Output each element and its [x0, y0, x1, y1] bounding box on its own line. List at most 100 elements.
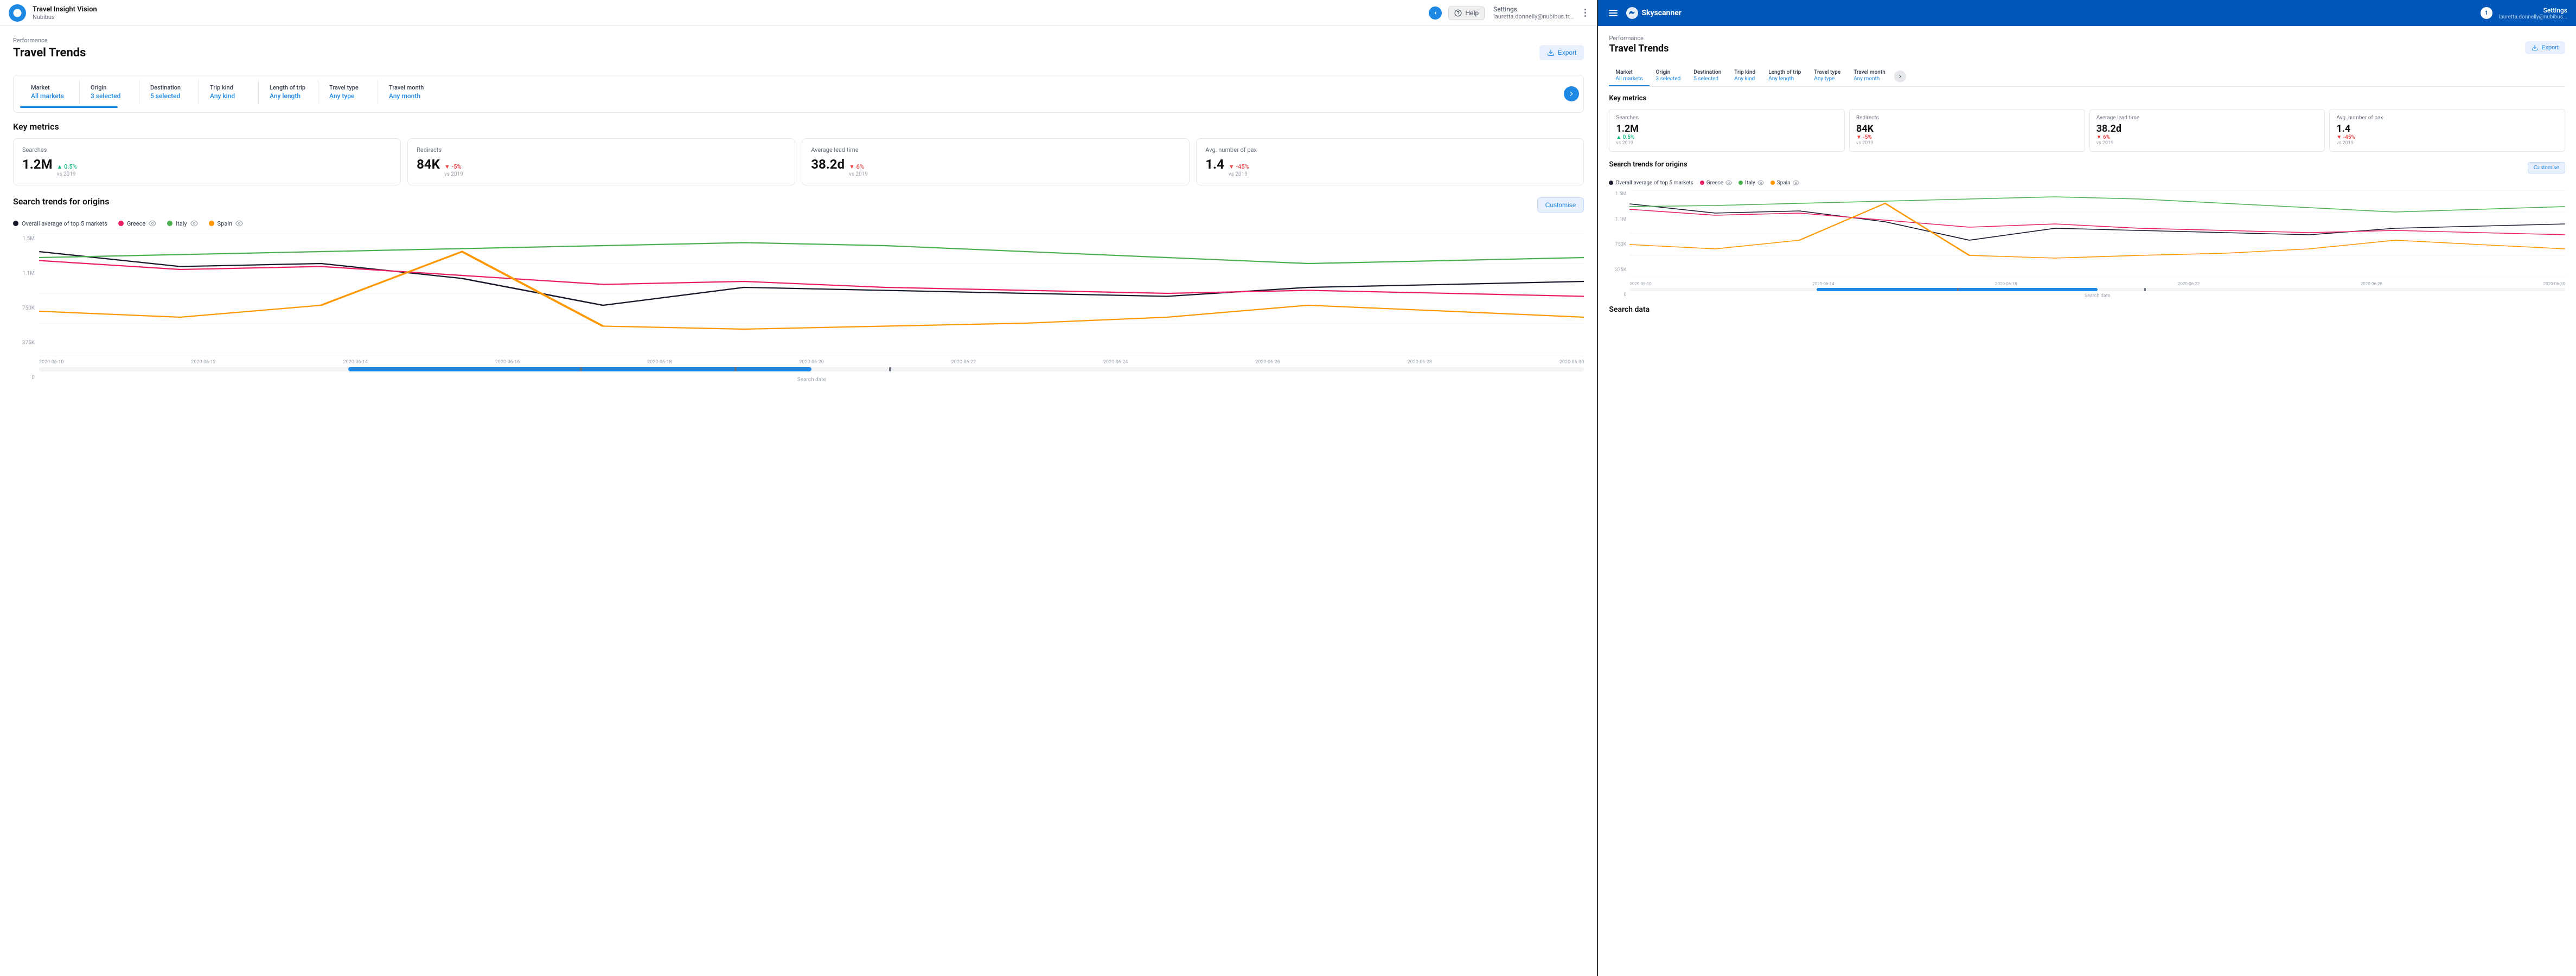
- right-customise-button[interactable]: Customise: [2528, 162, 2565, 174]
- legend-item-italy: Italy: [167, 220, 197, 227]
- xtick-0622: 2020-06-22: [951, 359, 976, 365]
- chart-y-axis: 1.5M 1.1M 750K 375K 0: [13, 234, 35, 383]
- right-filter-tab-traveltype[interactable]: Travel type Any type: [1807, 66, 1847, 86]
- filter-tab-market[interactable]: Market All markets: [20, 80, 80, 104]
- right-ytick-1.1m: 1.1M: [1615, 217, 1626, 222]
- ytick-1.5m: 1.5M: [22, 236, 35, 242]
- main-chart-svg: [39, 234, 1584, 353]
- right-chart-x-labels: 2020-06-10 2020-06-14 2020-06-18 2020-06…: [1629, 281, 2565, 286]
- right-legend-eye-italy[interactable]: [1757, 179, 1764, 186]
- performance-label: Performance: [13, 37, 86, 44]
- metric-searches: Searches 1.2M ▲ 0.5% vs 2019: [13, 138, 401, 185]
- right-metric-leadtime-vs: vs 2019: [2096, 140, 2318, 146]
- right-page-title: Travel Trends: [1609, 43, 1669, 54]
- hamburger-menu[interactable]: [1607, 8, 1620, 18]
- skyscanner-logo: Skyscanner: [1626, 7, 1682, 19]
- metric-leadtime-name: Average lead time: [811, 146, 1180, 153]
- legend-eye-greece[interactable]: [149, 220, 156, 227]
- right-chart-legend: Overall average of top 5 markets Greece …: [1609, 179, 2565, 186]
- metrics-grid: Searches 1.2M ▲ 0.5% vs 2019 Redirects 8…: [13, 138, 1584, 185]
- filter-tab-length[interactable]: Length of trip Any length: [259, 80, 318, 104]
- right-chart-svg-container: [1629, 190, 2565, 277]
- skyscanner-logo-text: Skyscanner: [1641, 9, 1682, 17]
- right-filter-tab-travelmonth[interactable]: Travel month Any month: [1847, 66, 1892, 86]
- right-settings-label: Settings: [2499, 7, 2567, 14]
- right-chart-scrollbar[interactable]: [1629, 288, 2565, 291]
- metric-pax-row: 1.4 ▼ -45% vs 2019: [1205, 157, 1575, 177]
- right-filter-tab-origin[interactable]: Origin 3 selected: [1650, 66, 1687, 86]
- chart-scroll-marker-2: [889, 367, 891, 371]
- chart-area: 1.5M 1.1M 750K 375K 0: [13, 234, 1584, 383]
- filter-tab-traveltype[interactable]: Travel type Any type: [318, 80, 378, 104]
- right-top-nav: Skyscanner 1 Settings lauretta.donnelly@…: [1598, 0, 2576, 26]
- right-main-chart-svg: [1629, 190, 2565, 277]
- right-ytick-750k: 750K: [1615, 242, 1627, 247]
- metric-redirects-change: ▼ -5%: [444, 163, 463, 170]
- chart-x-axis-label: Search date: [39, 377, 1584, 383]
- customise-button[interactable]: Customise: [1537, 197, 1584, 213]
- filter-tab-origin[interactable]: Origin 3 selected: [80, 80, 139, 104]
- right-chart-x-axis-label: Search date: [1629, 293, 2565, 299]
- dot2: [1584, 12, 1586, 14]
- right-filter-travelmonth-label: Travel month: [1853, 69, 1885, 75]
- filter-tab-tripkind[interactable]: Trip kind Any kind: [199, 80, 259, 104]
- chart-scrollbar[interactable]: [39, 367, 1584, 371]
- right-filter-traveltype-value: Any type: [1814, 76, 1840, 82]
- main-content: Performance Travel Trends Export Market …: [0, 26, 1597, 976]
- right-legend-eye-greece[interactable]: [1725, 179, 1732, 186]
- right-performance-label: Performance: [1609, 35, 1669, 42]
- metric-pax-vs: vs 2019: [1229, 171, 1249, 177]
- chart-scroll-marker-3: [734, 367, 737, 371]
- nav-collapse-button[interactable]: [1429, 7, 1442, 20]
- legend-eye-spain[interactable]: [235, 220, 243, 227]
- left-top-nav: Travel Insight Vision Nubibus Help Setti…: [0, 0, 1597, 26]
- xtick-0612: 2020-06-12: [191, 359, 215, 365]
- skyscanner-logo-icon: [1626, 7, 1638, 19]
- right-metric-redirects-value: 84K: [1856, 123, 2078, 134]
- nav-right-actions: Help Settings lauretta.donnelly@nubibus.…: [1448, 5, 1588, 20]
- right-metric-searches-change: ▲ 0.5%: [1616, 134, 1838, 140]
- hamburger-line2: [1609, 12, 1618, 14]
- filter-origin-label: Origin: [91, 84, 128, 91]
- metric-leadtime-row: 38.2d ▼ 6% vs 2019: [811, 157, 1180, 177]
- xtick-0620: 2020-06-20: [799, 359, 823, 365]
- right-filter-tab-destination[interactable]: Destination 5 selected: [1687, 66, 1728, 86]
- right-metric-pax-value: 1.4: [2336, 123, 2558, 134]
- right-legend-dot-italy: [1738, 181, 1743, 185]
- right-filter-next-button[interactable]: [1894, 70, 1906, 82]
- metric-redirects-vs: vs 2019: [444, 171, 463, 177]
- right-xtick-0630: 2020-06-30: [2543, 281, 2565, 286]
- right-export-button[interactable]: Export: [2525, 41, 2565, 54]
- settings-label: Settings: [1493, 5, 1574, 13]
- right-filter-tab-market[interactable]: Market All markets: [1609, 66, 1649, 86]
- help-button[interactable]: Help: [1448, 7, 1485, 20]
- page-title: Travel Trends: [13, 46, 86, 60]
- title-row: Performance Travel Trends Export: [13, 37, 1584, 68]
- right-title-row: Performance Travel Trends Export: [1609, 35, 2565, 61]
- legend-label-spain: Spain: [218, 220, 232, 227]
- right-filter-tab-length[interactable]: Length of trip Any length: [1762, 66, 1807, 86]
- left-panel: Travel Insight Vision Nubibus Help Setti…: [0, 0, 1597, 976]
- metric-leadtime-change: ▼ 6%: [849, 163, 868, 170]
- legend-dot-italy: [167, 221, 172, 226]
- metric-pax-name: Avg. number of pax: [1205, 146, 1575, 153]
- right-panel: Skyscanner 1 Settings lauretta.donnelly@…: [1597, 0, 2576, 976]
- right-filter-destination-value: 5 selected: [1693, 76, 1721, 82]
- metric-leadtime-vs: vs 2019: [849, 171, 868, 177]
- metric-redirects-value: 84K: [417, 157, 440, 172]
- filter-tab-destination[interactable]: Destination 5 selected: [139, 80, 199, 104]
- filter-tab-travelmonth[interactable]: Travel month Any month: [378, 80, 438, 104]
- legend-eye-italy[interactable]: [190, 220, 198, 227]
- settings-email: lauretta.donnelly@nubibus.tr...: [1493, 13, 1574, 20]
- filter-next-button[interactable]: [1564, 86, 1579, 101]
- right-filter-tab-tripkind[interactable]: Trip kind Any kind: [1728, 66, 1762, 86]
- metric-redirects: Redirects 84K ▼ -5% vs 2019: [407, 138, 795, 185]
- legend-dot-greece: [118, 221, 124, 226]
- filter-travelmonth-label: Travel month: [389, 84, 427, 91]
- right-ytick-375k: 375K: [1615, 267, 1627, 273]
- legend-item-greece: Greece: [118, 220, 156, 227]
- right-filter-length-label: Length of trip: [1768, 69, 1801, 75]
- more-options-button[interactable]: [1582, 7, 1588, 19]
- right-legend-eye-spain[interactable]: [1793, 179, 1799, 186]
- export-button[interactable]: Export: [1539, 45, 1584, 60]
